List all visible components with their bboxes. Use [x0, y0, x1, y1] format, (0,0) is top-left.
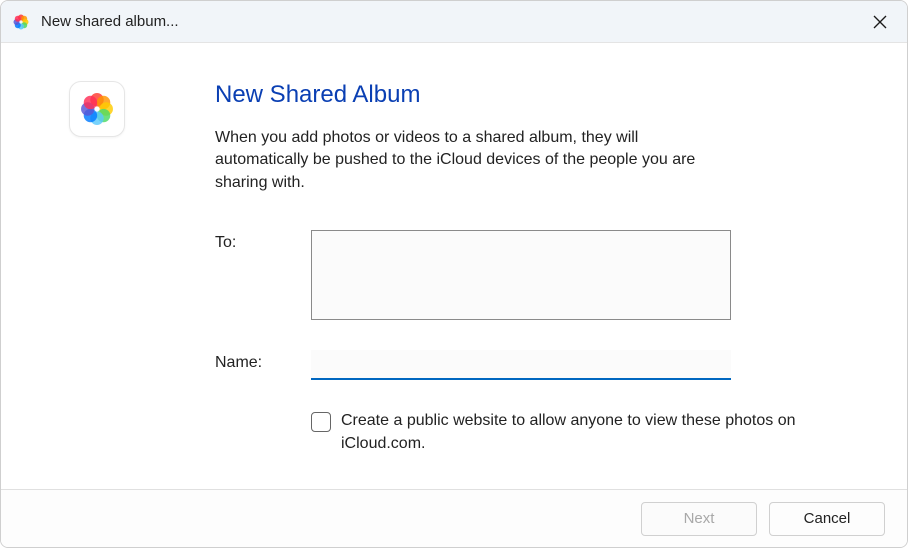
public-website-row: Create a public website to allow anyone … — [311, 410, 867, 455]
close-button[interactable] — [857, 1, 903, 43]
public-website-checkbox[interactable] — [311, 412, 331, 432]
page-description: When you add photos or videos to a share… — [215, 127, 705, 194]
close-icon — [873, 15, 887, 29]
photos-app-icon-small — [9, 10, 33, 34]
to-label: To: — [215, 230, 311, 320]
photos-app-icon-large — [69, 81, 125, 137]
dialog-footer: Next Cancel — [1, 489, 907, 547]
name-label: Name: — [215, 350, 311, 380]
page-title: New Shared Album — [215, 81, 867, 109]
next-button[interactable]: Next — [641, 502, 757, 536]
window-title: New shared album... — [41, 13, 857, 30]
name-row: Name: — [215, 350, 867, 380]
dialog-content: New Shared Album When you add photos or … — [1, 43, 907, 489]
dialog-window: New shared album... — [0, 0, 908, 548]
to-row: To: — [215, 230, 867, 320]
cancel-button[interactable]: Cancel — [769, 502, 885, 536]
public-website-label: Create a public website to allow anyone … — [341, 410, 861, 455]
titlebar: New shared album... — [1, 1, 907, 43]
form-area: New Shared Album When you add photos or … — [215, 81, 867, 469]
name-input[interactable] — [311, 350, 731, 380]
to-input[interactable] — [311, 230, 731, 320]
